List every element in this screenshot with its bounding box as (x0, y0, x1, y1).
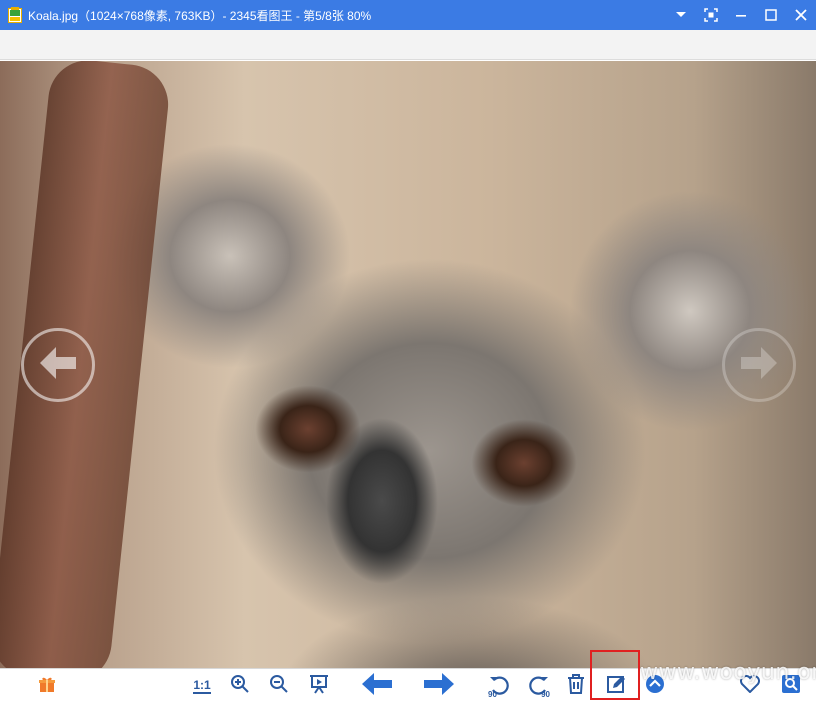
gift-button[interactable] (34, 671, 60, 701)
actual-size-button[interactable]: 1:1 (188, 671, 216, 701)
chevron-down-icon[interactable] (666, 0, 696, 30)
slideshow-button[interactable] (306, 671, 332, 701)
minimize-icon[interactable] (726, 0, 756, 30)
next-image-button[interactable] (722, 328, 796, 402)
prev-image-button[interactable] (21, 328, 95, 402)
arrow-right-icon (737, 345, 781, 386)
arrow-right-icon (422, 672, 456, 701)
rotate-left-label: 90 (488, 690, 497, 699)
gift-icon (38, 675, 56, 698)
zoom-out-icon (269, 674, 289, 699)
highlight-annotation (590, 650, 640, 700)
title-bar: Koala.jpg（1024×768像素, 763KB）- 2345看图王 - … (0, 0, 816, 30)
window-title: Koala.jpg（1024×768像素, 763KB）- 2345看图王 - … (28, 8, 372, 23)
delete-button[interactable] (564, 671, 588, 701)
slideshow-icon (309, 674, 329, 699)
window-controls (666, 0, 816, 30)
rotate-right-button[interactable]: 90 (524, 671, 552, 701)
actual-size-label: 1:1 (193, 677, 211, 694)
close-icon[interactable] (786, 0, 816, 30)
zoom-in-button[interactable] (228, 671, 252, 701)
app-icon (8, 7, 22, 23)
rotate-left-icon: 90 (488, 674, 512, 699)
watermark: www.wooyun.org (640, 660, 816, 685)
trash-icon (567, 673, 585, 699)
arrow-left-icon (360, 672, 394, 701)
rotate-left-button[interactable]: 90 (486, 671, 514, 701)
zoom-in-icon (230, 674, 250, 699)
zoom-out-button[interactable] (267, 671, 291, 701)
rotate-right-icon: 90 (526, 674, 550, 699)
arrow-left-icon (36, 345, 80, 386)
menu-bar (0, 30, 816, 60)
maximize-icon[interactable] (756, 0, 786, 30)
image-view[interactable] (0, 61, 816, 668)
prev-button[interactable] (358, 671, 396, 701)
next-button[interactable] (420, 671, 458, 701)
rotate-right-label: 90 (541, 690, 550, 699)
fullscreen-icon[interactable] (696, 0, 726, 30)
